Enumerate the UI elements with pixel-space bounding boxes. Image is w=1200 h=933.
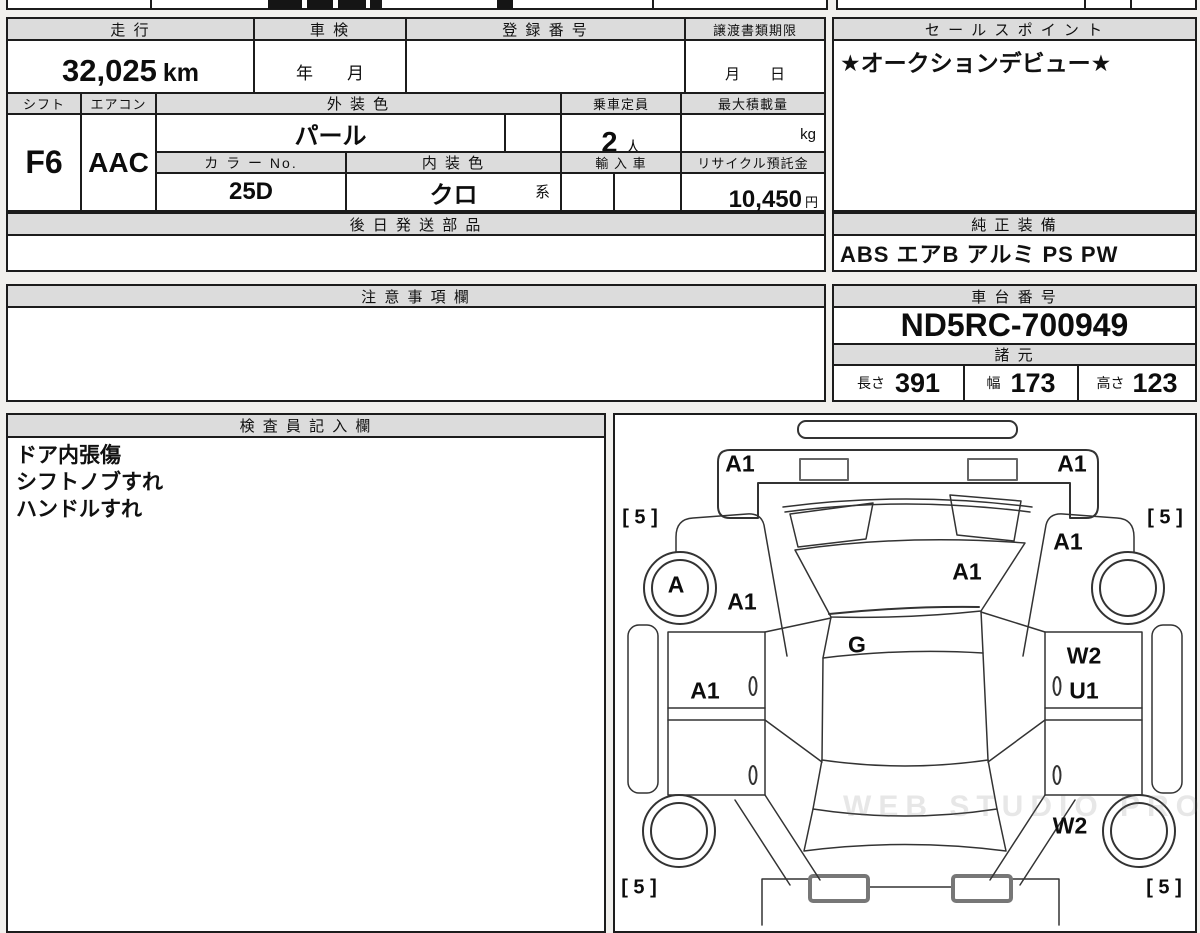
- clipped-text-fragment: [370, 0, 380, 9]
- damage-code: W2: [1052, 812, 1088, 839]
- spec-height-label: 高さ: [1096, 375, 1125, 391]
- color-no-header: カ ラ ー No.: [155, 151, 347, 174]
- interior-color-value: クロ 系: [345, 172, 562, 212]
- later-parts-header: 後 日 発 送 部 品: [6, 212, 826, 236]
- transfer-placeholder: 月 日: [724, 66, 785, 83]
- sales-point-header: セ ー ル ス ポ イ ン ト: [832, 17, 1197, 41]
- clipped-row-cell: [380, 0, 654, 10]
- exterior-color-header: 外 装 色: [155, 92, 562, 115]
- recycle-deposit-unit: 円: [804, 195, 818, 210]
- damage-code: A1: [1053, 528, 1083, 555]
- damage-code: G: [848, 631, 866, 658]
- inspector-notes-header: 検 査 員 記 入 欄: [6, 413, 606, 438]
- clipped-row-cell: [836, 0, 1086, 10]
- recycle-deposit-number: 10,450: [728, 186, 802, 213]
- auction-sheet: { "colors": { "page_bg": "#f1f0ed", "cel…: [0, 0, 1200, 933]
- interior-color-name: クロ: [429, 181, 478, 209]
- spec-height-value: 123: [1132, 367, 1178, 398]
- exterior-color-extra-cell: [504, 113, 562, 153]
- capacity-header: 乗車定員: [560, 92, 682, 115]
- interior-color-suffix: 系: [534, 184, 550, 201]
- max-load-value: kg: [680, 113, 826, 153]
- import-car-cell-a: [560, 172, 615, 212]
- capacity-value: 2 人: [560, 113, 682, 159]
- damage-code: A1: [690, 677, 720, 704]
- max-load-unit: kg: [800, 126, 816, 143]
- spec-width: 幅 173: [963, 364, 1079, 402]
- clipped-text-fragment: [268, 0, 302, 9]
- damage-code: W2: [1066, 642, 1102, 669]
- shaken-header: 車 検: [253, 17, 407, 41]
- damage-code: A1: [727, 588, 757, 615]
- inspector-note-line: ドア内張傷: [16, 444, 121, 467]
- damage-code: A: [667, 571, 685, 598]
- later-parts-value: [6, 234, 826, 272]
- interior-color-header: 内 装 色: [345, 151, 562, 174]
- transfer-deadline-header: 譲渡書類期限: [684, 17, 826, 41]
- shaken-placeholder: 年 月: [296, 64, 364, 83]
- specs-header: 諸 元: [832, 343, 1197, 366]
- shift-value: F6: [6, 113, 82, 212]
- transfer-deadline-value: 月 日: [684, 39, 826, 94]
- caution-notes-value: [6, 306, 826, 402]
- shaken-value: 年 月: [253, 39, 407, 94]
- spec-width-value: 173: [1010, 367, 1056, 398]
- chassis-number-value: ND5RC-700949: [832, 306, 1197, 345]
- recycle-deposit-header: リサイクル預託金: [680, 151, 826, 174]
- spec-width-label: 幅: [986, 375, 1001, 391]
- damage-code: U1: [1069, 677, 1099, 704]
- import-car-cell-b: [613, 172, 682, 212]
- max-load-header: 最大積載量: [680, 92, 826, 115]
- mileage-unit: km: [162, 59, 199, 87]
- inspector-note-line: ハンドルすれ: [16, 498, 142, 521]
- registration-value: [405, 39, 686, 94]
- damage-code: [ 5 ]: [621, 876, 657, 899]
- inspector-note-line: シフトノブすれ: [16, 471, 163, 494]
- spec-length-value: 391: [894, 367, 941, 398]
- clipped-row-cell: [6, 0, 152, 10]
- clipped-text-fragment: [338, 0, 366, 9]
- damage-code: [ 5 ]: [622, 506, 658, 529]
- damage-diagram-box: WEB STUDIO PRO A1 A1[ 5 ][ 5 ] A1 A A1 A1 G W2 U…: [613, 413, 1199, 933]
- shift-header: シフト: [6, 92, 82, 115]
- damage-code: A1: [1057, 450, 1087, 477]
- damage-labels: A1 A1 [ 5 ] [ 5 ] A1 A A1 A1 G W2 U1 A1 W2 [ 5 ] [ 5 ]: [615, 415, 1195, 931]
- damage-code: A1: [725, 450, 755, 477]
- aircon-header: エアコン: [80, 92, 157, 115]
- clipped-text-fragment: [307, 0, 333, 9]
- sales-point-value: ★オークションデビュー★: [832, 39, 1197, 212]
- exterior-color-value: パール: [155, 113, 506, 153]
- spec-length: 長さ 391: [832, 364, 965, 402]
- damage-code: [ 5 ]: [1147, 506, 1183, 529]
- inspector-notes-body: ドア内張傷 シフトノブすれ ハンドルすれ: [6, 436, 606, 933]
- registration-header: 登 録 番 号: [405, 17, 686, 41]
- caution-notes-header: 注 意 事 項 欄: [6, 284, 826, 308]
- mileage-header: 走 行: [6, 17, 255, 41]
- clipped-row-cell: [1130, 0, 1197, 10]
- damage-code: A1: [952, 558, 982, 585]
- spec-length-label: 長さ: [856, 375, 885, 391]
- aircon-value: AAC: [80, 113, 157, 212]
- import-car-header: 輸 入 車: [560, 151, 682, 174]
- chassis-number-header: 車 台 番 号: [832, 284, 1197, 308]
- clipped-row-cell: [652, 0, 828, 10]
- clipped-row-cell: [1084, 0, 1132, 10]
- genuine-equipment-header: 純 正 装 備: [832, 212, 1197, 236]
- recycle-deposit-value: 10,450 円: [680, 172, 826, 213]
- damage-code: [ 5 ]: [1146, 876, 1182, 899]
- spec-height: 高さ 123: [1077, 364, 1197, 402]
- color-no-value: 25D: [155, 172, 347, 212]
- mileage-value: 32,025 km: [6, 39, 255, 94]
- clipped-text-fragment: [497, 0, 513, 9]
- mileage-number: 32,025: [62, 53, 157, 88]
- genuine-equipment-value: ABS エアB アルミ PS PW: [832, 234, 1197, 272]
